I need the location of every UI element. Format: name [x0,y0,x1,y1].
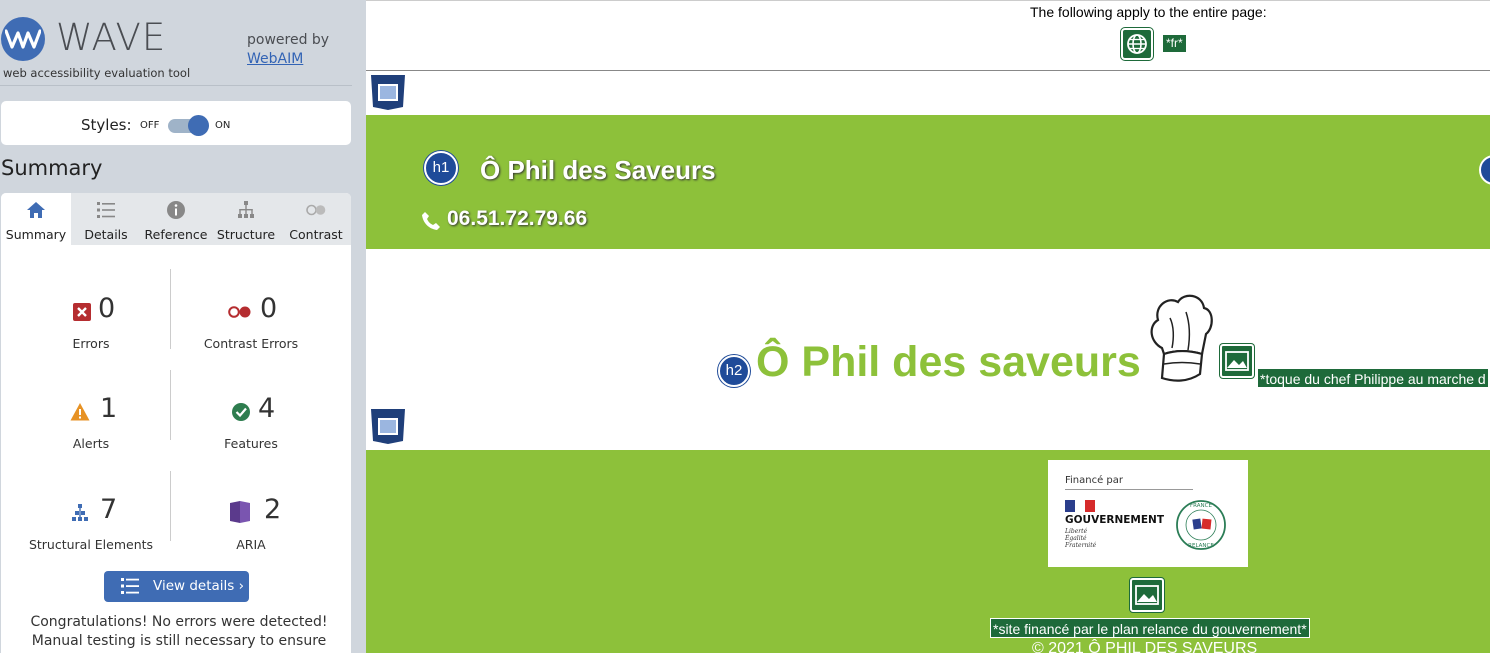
stat-contrast-errors[interactable]: 0 Contrast Errors [171,278,331,358]
tab-contrast[interactable]: Contrast [281,193,351,245]
stat-label: Alerts [72,436,110,451]
tab-label: Details [84,227,128,242]
gov-alt-text[interactable]: *site financé par le plan relance du gou… [990,618,1310,638]
copyright-text: © 2021 Ô PHIL DES SAVEURS [1032,640,1258,653]
page-level-banner: The following apply to the entire page: … [366,0,1490,71]
svg-text:FRANCE: FRANCE [1190,503,1212,509]
motto-line: Fraternité [1065,542,1097,549]
banner-text: The following apply to the entire page: [1030,4,1267,20]
wave-sidebar: WAVE web accessibility evaluation tool p… [0,0,366,653]
view-details-label: View details › [153,578,244,594]
contrast-error-icon [228,306,251,318]
home-icon [27,202,45,218]
region-icon[interactable] [370,74,406,110]
section-heading: Ô Phil des saveurs [756,338,1141,386]
gov-finance-label: Financé par [1065,475,1124,486]
stat-count: 7 [100,494,118,525]
image-alt-icon[interactable] [1130,578,1164,612]
svg-text:RELANCE: RELANCE [1188,543,1214,549]
motto-line: Égalité [1065,535,1087,542]
hierarchy-icon [238,201,254,218]
info-icon [167,201,185,219]
image-alt-icon[interactable] [1220,344,1254,378]
stat-structural[interactable]: 7 Structural Elements [11,479,171,559]
stat-label: Structural Elements [28,537,154,552]
france-relance-logo: Financé par GOUVERNEMENT Liberté Égalité… [1048,460,1248,567]
panel-tabs: Summary Details Reference Structure Cont… [1,193,351,245]
stat-count: 2 [264,494,282,525]
styles-label: Styles: [81,116,132,134]
wave-tagline: web accessibility evaluation tool [3,66,191,80]
alert-icon [70,403,90,421]
summary-heading: Summary [1,156,103,180]
tab-label: Reference [144,227,208,242]
stat-label: ARIA [236,537,266,552]
stat-aria[interactable]: 2 ARIA [171,479,331,559]
stat-label: Features [224,436,278,451]
error-icon [73,303,91,321]
styles-toggle-box: Styles: OFF ON [1,101,351,145]
language-badge[interactable]: *fr* [1163,35,1186,52]
wave-logo-text: WAVE [56,16,167,59]
tab-structure[interactable]: Structure [211,193,281,245]
list-icon [97,202,115,218]
wave-header: WAVE web accessibility evaluation tool p… [0,0,352,86]
motto-line: Liberté [1065,528,1088,535]
h2-badge[interactable]: h2 [718,355,750,387]
region-icon[interactable] [370,408,406,444]
summary-panel: Summary Details Reference Structure Cont… [1,193,351,653]
site-footer: Financé par GOUVERNEMENT Liberté Égalité… [366,450,1490,653]
stat-count: 4 [258,393,276,424]
congrats-message: Congratulations! No errors were detected… [30,614,328,653]
powered-by-text: powered by [247,32,330,48]
webaim-link[interactable]: WebAIM [247,51,303,67]
stat-label: Contrast Errors [203,336,299,351]
feature-check-icon [232,403,250,421]
contrast-icon [306,204,326,216]
site-title: Ô Phil des Saveurs [480,155,716,185]
phone-number[interactable]: 06.51.72.79.66 [447,207,587,231]
tab-label: Summary [5,227,67,242]
edge-badge[interactable] [1479,155,1490,185]
wave-logo-icon [1,17,45,61]
stat-alerts[interactable]: 1 Alerts [11,378,171,458]
tab-label: Contrast [289,227,343,242]
stat-label: Errors [72,336,110,351]
h1-badge[interactable]: h1 [424,151,458,185]
tab-details[interactable]: Details [71,193,141,245]
tab-summary[interactable]: Summary [1,193,71,245]
stat-count: 1 [100,393,118,424]
tab-reference[interactable]: Reference [141,193,211,245]
evaluated-page: The following apply to the entire page: … [366,0,1490,653]
list-icon [121,578,139,594]
stat-features[interactable]: 4 Features [171,378,331,458]
phone-icon [422,212,440,230]
structure-icon [72,504,88,521]
divider [1065,489,1193,490]
france-relance-seal: FRANCE RELANCE [1176,500,1226,550]
styles-toggle-knob[interactable] [188,115,209,136]
gov-name: GOUVERNEMENT [1065,514,1164,526]
stat-count: 0 [260,293,278,324]
tab-label: Structure [216,227,276,242]
globe-icon[interactable] [1121,28,1153,60]
toque-alt-text[interactable]: *toque du chef Philippe au marche d [1257,368,1489,388]
chef-hat-image [1150,294,1213,382]
view-details-button[interactable]: View details › [104,571,249,602]
stat-errors[interactable]: 0 Errors [11,278,171,358]
styles-off-label: OFF [140,120,160,131]
site-header: h1 Ô Phil des Saveurs 06.51.72.79.66 [366,115,1490,249]
aria-icon [230,501,250,523]
styles-on-label: ON [215,120,231,131]
stat-count: 0 [98,293,116,324]
marianne-flag-icon [1065,500,1095,512]
gov-motto: Liberté Égalité Fraternité [1065,528,1096,549]
